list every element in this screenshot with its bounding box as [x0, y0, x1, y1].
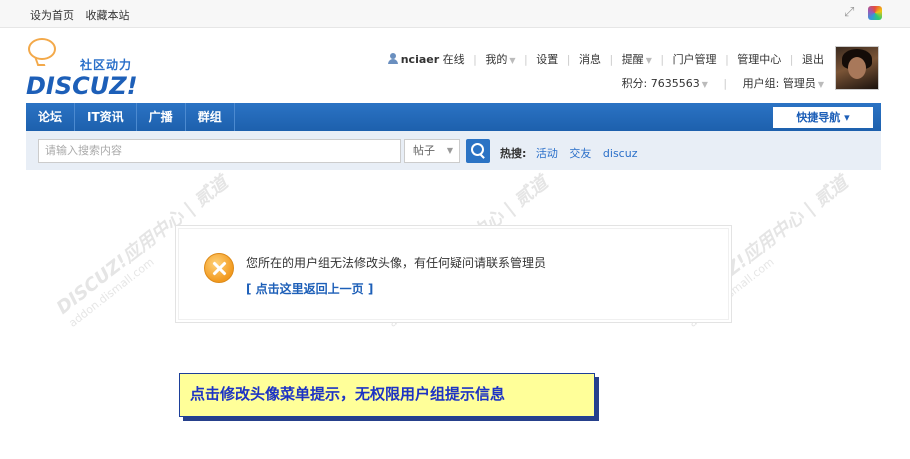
search-icon[interactable]: [466, 139, 490, 163]
nav-item-groups[interactable]: 群组: [186, 103, 235, 131]
logout-link[interactable]: 退出: [802, 53, 824, 66]
logo-en-text: DISCUZ!: [26, 72, 138, 100]
messages-link[interactable]: 消息: [579, 53, 601, 66]
user-nav: nciaer 在线 | 我的 ▼ | 设置 | 消息 | 提醒 ▼ | 门户管理 |…: [387, 51, 824, 67]
user-group-menu[interactable]: 用户组: 管理员: [743, 77, 816, 90]
reminders-menu[interactable]: 提醒: [622, 53, 644, 66]
annotation-callout: 点击修改头像菜单提示，无权限用户组提示信息: [179, 373, 595, 417]
bookmark-link[interactable]: 收藏本站: [86, 9, 130, 22]
caret-down-icon: ▾: [844, 111, 850, 124]
chevron-down-icon: ▼: [645, 56, 652, 65]
portal-admin-link[interactable]: 门户管理: [673, 53, 717, 66]
hot-search-link[interactable]: 交友: [569, 147, 591, 160]
nav-item-forum[interactable]: 论坛: [26, 103, 76, 131]
top-bar: 设为首页 收藏本站 ⤢: [0, 0, 910, 28]
user-icon: [387, 53, 398, 64]
error-icon: [204, 253, 234, 283]
nav-item-it-news[interactable]: IT资讯: [75, 103, 137, 131]
message-box: 您所在的用户组无法修改头像，有任何疑问请联系管理员 [ 点击这里返回上一页 ]: [175, 225, 732, 323]
message-text: 您所在的用户组无法修改头像，有任何疑问请联系管理员: [246, 256, 547, 270]
search-type-value: 帖子: [413, 144, 435, 157]
credits-menu[interactable]: 积分: 7635563: [622, 77, 700, 90]
quick-nav-label: 快捷导航: [796, 111, 841, 124]
online-status: 在线: [442, 53, 465, 66]
main-nav: 论坛 IT资讯 广播 群组 快捷导航 ▾: [26, 103, 881, 131]
user-stats: 积分: 7635563 ▼ | 用户组: 管理员 ▼: [621, 77, 824, 90]
my-menu[interactable]: 我的: [485, 53, 507, 66]
hot-search-label: 热搜:: [500, 147, 527, 160]
settings-link[interactable]: 设置: [536, 53, 558, 66]
expand-icon[interactable]: ⤢: [844, 6, 858, 20]
avatar[interactable]: [835, 46, 879, 90]
search-input[interactable]: 请输入搜索内容: [38, 139, 401, 163]
username-link[interactable]: nciaer: [401, 53, 439, 66]
chevron-down-icon: ▼: [509, 56, 516, 65]
chevron-down-icon: ▼: [817, 80, 824, 89]
hot-search-link[interactable]: 活动: [536, 147, 558, 160]
back-link[interactable]: [ 点击这里返回上一页 ]: [246, 280, 373, 297]
hot-search-link[interactable]: discuz: [603, 147, 638, 160]
site-logo[interactable]: 社区动力 DISCUZ!: [26, 38, 146, 100]
quick-nav-button[interactable]: 快捷导航 ▾: [773, 107, 873, 128]
chevron-down-icon: ▼: [446, 146, 453, 155]
hot-searches: 热搜: 活动 交友 discuz: [500, 145, 645, 161]
admin-center-link[interactable]: 管理中心: [737, 53, 781, 66]
search-type-select[interactable]: 帖子 ▼: [404, 139, 460, 163]
set-homepage-link[interactable]: 设为首页: [30, 9, 74, 22]
chevron-down-icon: ▼: [701, 80, 708, 89]
top-right-icons: ⤢: [844, 6, 882, 20]
search-bar: 请输入搜索内容 帖子 ▼ 热搜: 活动 交友 discuz: [26, 131, 881, 170]
top-links: 设为首页 收藏本站: [30, 7, 138, 23]
logo-bubble-icon: [28, 38, 56, 60]
nav-item-broadcast[interactable]: 广播: [137, 103, 186, 131]
color-palette-icon[interactable]: [868, 6, 882, 20]
logo-cn-text: 社区动力: [80, 58, 133, 72]
